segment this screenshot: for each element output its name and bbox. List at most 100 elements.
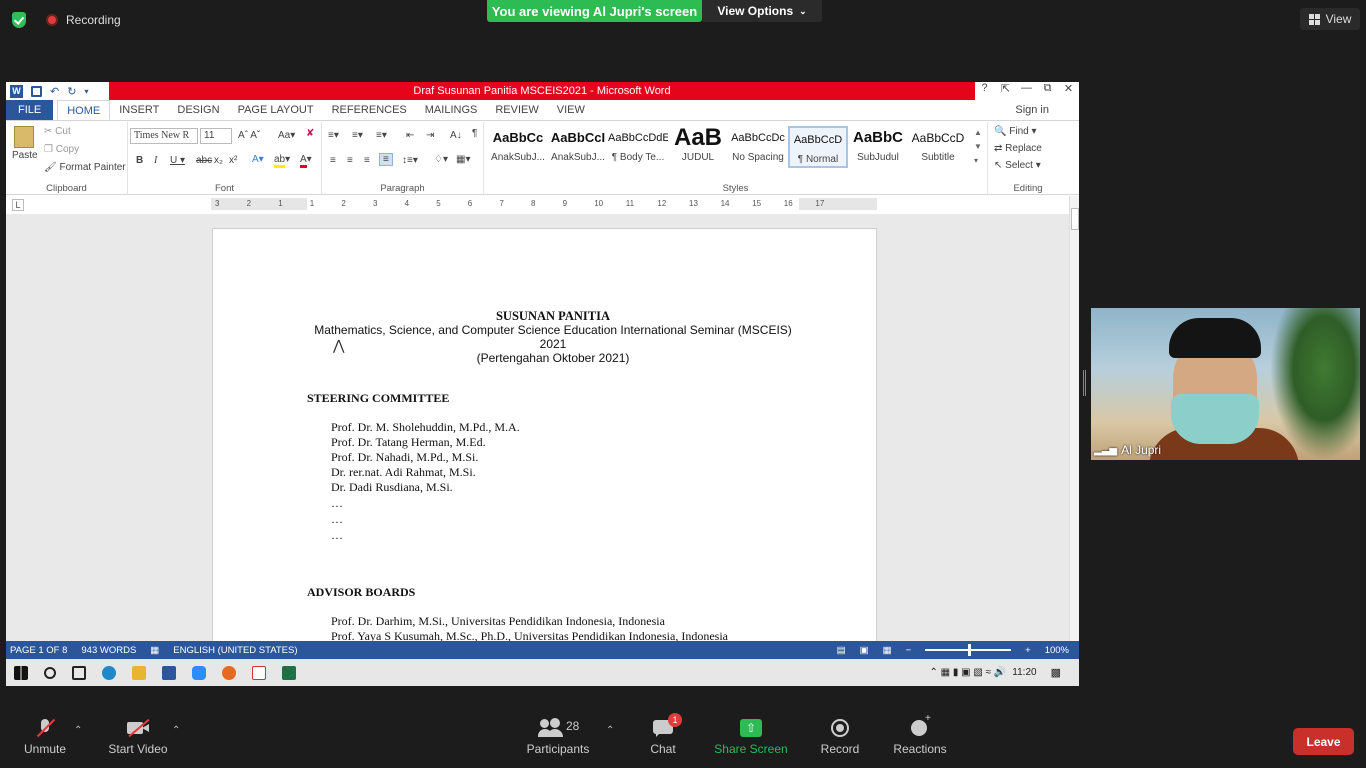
show-marks-icon[interactable]: ¶ [472,128,477,139]
underline-button[interactable]: U ▾ [170,155,185,166]
text-effects-icon[interactable]: A▾ [252,154,264,165]
sort-icon[interactable]: A↓ [450,130,462,141]
zoom-in-icon[interactable]: + [1025,645,1031,656]
view-button[interactable]: View [1300,8,1360,30]
tab-design[interactable]: DESIGN [168,100,228,120]
leave-button[interactable]: Leave [1293,728,1354,755]
style-subjudul[interactable]: AaBbC SubJudul [848,126,908,168]
align-left-icon[interactable]: ≡ [330,155,336,166]
increase-indent-icon[interactable]: ⇥ [426,130,434,141]
participant-video[interactable] [1091,308,1360,460]
style-normal[interactable]: AaBbCcD ¶ Normal [788,126,848,168]
tab-review[interactable]: REVIEW [486,100,547,120]
taskbar-clock[interactable]: 11:20 [1012,667,1036,678]
task-view-icon[interactable] [72,665,86,680]
notification-icon[interactable]: ▩ [1051,666,1061,679]
bullets-icon[interactable]: ≡▾ [328,130,339,141]
print-layout-icon[interactable]: ▣ [860,645,869,656]
word-count[interactable]: 943 WORDS [81,645,136,656]
restore-icon[interactable]: ⧉ [1037,82,1058,100]
audio-options-chevron-icon[interactable]: ⌃ [74,725,82,736]
line-spacing-icon[interactable]: ↕≡▾ [402,155,418,166]
font-name-box[interactable]: Times New R [130,128,198,144]
document-area[interactable]: SUSUNAN PANITIA Mathematics, Science, an… [6,214,1069,641]
style-anaksubj-1[interactable]: AaBbCc AnakSubJ... [488,126,548,168]
copy-button[interactable]: ❐ Copy [44,144,79,155]
record-button[interactable]: Record [816,707,864,768]
tab-home[interactable]: HOME [57,100,111,120]
shading-icon[interactable]: ♢▾ [434,154,448,165]
bold-button[interactable]: B [136,155,143,166]
participants-button[interactable]: 28 Participants [526,707,590,768]
help-icon[interactable]: ? [974,82,995,100]
decrease-indent-icon[interactable]: ⇤ [406,130,414,141]
zoom-out-icon[interactable]: − [906,645,912,656]
style-subtitle[interactable]: AaBbCcD Subtitle [908,126,968,168]
vertical-scrollbar[interactable] [1069,196,1079,641]
excel-icon[interactable] [282,665,296,680]
strikethrough-button[interactable]: abc [196,155,212,166]
proofing-icon[interactable]: ▦ [150,645,159,656]
align-center-icon[interactable]: ≡ [347,155,353,166]
undo-icon[interactable]: ↶ [50,85,59,98]
sign-in-link[interactable]: Sign in [1015,104,1049,116]
search-icon[interactable] [44,666,56,679]
change-case-icon[interactable]: Aa▾ [278,130,295,141]
style-body-text[interactable]: AaBbCcDdE ¶ Body Te... [608,126,668,168]
windows-start-icon[interactable] [14,665,28,680]
tab-view[interactable]: VIEW [548,100,594,120]
grow-font-icon[interactable]: Aˆ Aˇ [238,130,260,141]
zoom-taskbar-icon[interactable] [192,665,206,680]
cut-button[interactable]: ✂ Cut [44,126,71,137]
chat-button[interactable]: 1 Chat [640,707,686,768]
style-anaksubj-2[interactable]: AaBbCcI AnakSubJ... [548,126,608,168]
share-screen-button[interactable]: ⇧ Share Screen [712,707,790,768]
superscript-button[interactable]: x² [229,155,237,166]
zoom-slider[interactable] [925,644,1012,656]
horizontal-ruler[interactable]: 3 2 1 1 2 3 4 5 6 7 8 9 10 11 12 13 14 15 16 17 [211,198,877,210]
tab-insert[interactable]: INSERT [110,100,168,120]
italic-button[interactable]: I [154,155,157,166]
edge-icon[interactable] [102,665,116,680]
tray-icons[interactable]: ⌃ ▦ ▮ ▣ ▧ ≈ 🔊 [929,667,1006,678]
save-icon[interactable] [31,85,42,97]
ribbon-display-icon[interactable]: ⇱ [995,82,1016,100]
format-painter-button[interactable]: 🖌 Format Painter [44,162,126,173]
customize-qat-icon[interactable]: ▾ [84,87,88,96]
justify-icon[interactable]: ≡ [379,153,393,166]
file-explorer-icon[interactable] [132,665,146,680]
styles-scroll-icon[interactable]: ▲ ▼ ▾ [974,126,982,168]
reactions-button[interactable]: + Reactions [890,707,950,768]
highlight-icon[interactable]: ab▾ [274,154,290,168]
tab-references[interactable]: REFERENCES [323,100,416,120]
borders-icon[interactable]: ▦▾ [456,154,470,165]
replace-button[interactable]: ⇄ Replace [994,143,1042,154]
unmute-button[interactable]: Unmute [18,707,72,768]
view-options-button[interactable]: View Options ⌄ [702,0,822,22]
tab-selector-icon[interactable]: L [12,199,24,211]
zoom-level[interactable]: 100% [1045,645,1069,656]
style-no-spacing[interactable]: AaBbCcDc No Spacing [728,126,788,168]
word-taskbar-icon[interactable] [162,665,176,680]
language-status[interactable]: ENGLISH (UNITED STATES) [173,645,297,656]
start-video-button[interactable]: Start Video [106,707,170,768]
find-button[interactable]: 🔍 Find ▾ [994,126,1037,137]
pdf-icon[interactable] [252,665,266,680]
select-button[interactable]: ↖ Select ▾ [994,160,1041,171]
font-color-icon[interactable]: A▾ [300,154,312,168]
video-options-chevron-icon[interactable]: ⌃ [172,725,180,736]
read-mode-icon[interactable]: ▤ [837,645,846,656]
redo-icon[interactable]: ↻ [67,85,76,98]
clear-format-icon[interactable]: ✘ [306,128,314,139]
align-right-icon[interactable]: ≡ [364,155,370,166]
subscript-button[interactable]: x₂ [214,155,223,166]
style-judul[interactable]: AaB JUDUL [668,126,728,168]
participants-chevron-icon[interactable]: ⌃ [606,725,614,736]
numbering-icon[interactable]: ≡▾ [352,130,363,141]
splitter-handle[interactable] [1083,370,1086,396]
page-count[interactable]: PAGE 1 OF 8 [10,645,67,656]
paste-button[interactable]: Paste [12,126,38,161]
web-layout-icon[interactable]: ▦ [883,645,892,656]
font-size-box[interactable]: 11 [200,128,232,144]
document-page[interactable]: SUSUNAN PANITIA Mathematics, Science, an… [212,228,877,641]
